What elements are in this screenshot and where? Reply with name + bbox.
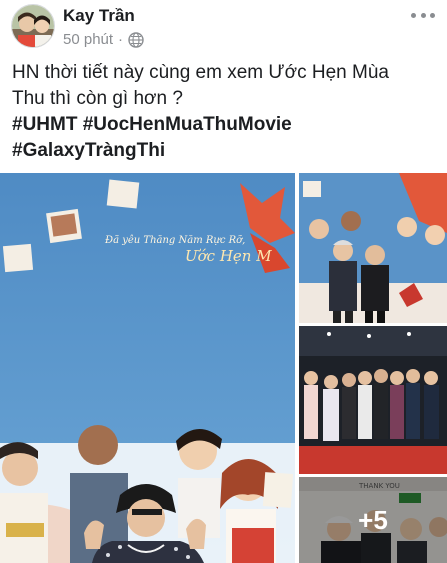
- banner-script: Đã yêu Thăng Năm Rực Rỡ,: [104, 235, 245, 246]
- post-text-line-2: Thu thì còn gì hơn ?: [12, 88, 183, 109]
- post-time[interactable]: 50 phút: [63, 31, 113, 48]
- photo-side-1[interactable]: [299, 173, 447, 323]
- photo-main[interactable]: Đã yêu Thăng Năm Rực Rỡ, Ước Hẹn M: [0, 173, 295, 563]
- post-text-line-1: HN thời tiết này cùng em xem Ước Hẹn Mùa: [12, 62, 389, 83]
- author-name[interactable]: Kay Trần: [63, 6, 135, 26]
- photo-grid: Đã yêu Thăng Năm Rực Rỡ, Ước Hẹn M THANK…: [0, 173, 447, 563]
- globe-icon[interactable]: [128, 31, 144, 48]
- photo-side-3[interactable]: THANK YOU +5: [299, 477, 447, 563]
- more-photos-overlay[interactable]: +5: [299, 477, 447, 563]
- post-header: Kay Trần 50 phút ·: [0, 0, 447, 56]
- more-dot: [430, 12, 435, 18]
- more-options-icon[interactable]: [411, 8, 435, 22]
- hashtags-line-1[interactable]: #UHMT #UocHenMuaThuMovie: [12, 112, 437, 138]
- post-text: HN thời tiết này cùng em xem Ước Hẹn Mùa…: [12, 60, 437, 164]
- banner-title: Ước Hẹn M: [185, 247, 272, 265]
- hashtags-line-2[interactable]: #GalaxyTràngThi: [12, 138, 437, 164]
- author-avatar[interactable]: [11, 4, 55, 48]
- more-dot: [420, 12, 426, 18]
- meta-separator: ·: [118, 31, 124, 48]
- post-meta: 50 phút ·: [63, 31, 144, 48]
- photo-side-2[interactable]: [299, 326, 447, 474]
- more-dot: [411, 12, 416, 18]
